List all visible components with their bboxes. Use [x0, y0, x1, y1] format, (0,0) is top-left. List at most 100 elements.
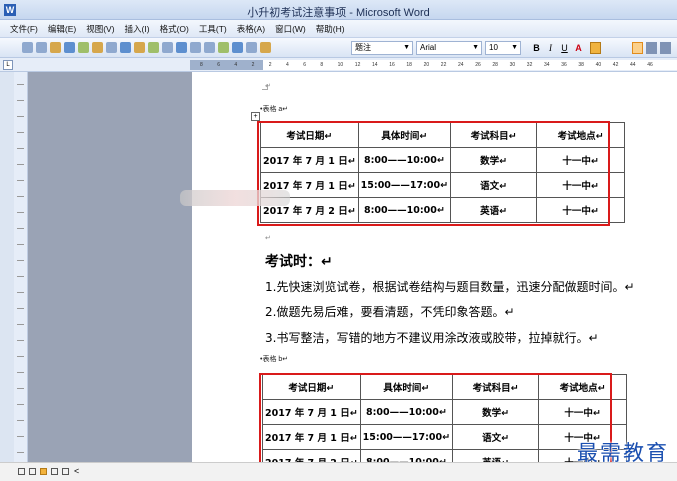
permission-icon[interactable]: [64, 42, 75, 53]
insert-table-icon[interactable]: [246, 42, 257, 53]
ruler-number: 36: [561, 62, 567, 68]
ruler-number: 14: [372, 62, 378, 68]
chevron-down-icon: ▼: [511, 44, 518, 51]
vertical-ruler-tick: [17, 308, 24, 309]
ruler-number: 24: [458, 62, 464, 68]
print-preview-icon[interactable]: [92, 42, 103, 53]
table-move-handle-icon[interactable]: +: [251, 112, 260, 121]
italic-button[interactable]: I: [545, 42, 556, 54]
align-right-icon[interactable]: [660, 42, 671, 54]
tip-line-2: 2.做题先易后难，要看清题，不凭印象答题。↵: [265, 305, 515, 319]
undo-icon[interactable]: [190, 42, 201, 53]
ruler-number: 16: [389, 62, 395, 68]
table-a-highlight-box: [257, 121, 610, 226]
web-layout-view-icon[interactable]: [29, 468, 36, 475]
menu-edit[interactable]: 编辑(E): [48, 23, 76, 35]
table-b-caption: •表格 b↵: [260, 356, 289, 363]
paragraph-mark: ↵: [265, 235, 271, 242]
vertical-ruler-tick: [17, 340, 24, 341]
menu-table[interactable]: 表格(A): [237, 23, 265, 35]
vertical-ruler-tick: [17, 292, 24, 293]
highlight-icon[interactable]: [590, 42, 601, 54]
vertical-ruler-tick: [17, 100, 24, 101]
menu-help[interactable]: 帮助(H): [316, 23, 345, 35]
research-icon[interactable]: [120, 42, 131, 53]
vertical-ruler-tick: [17, 244, 24, 245]
title-bar: W 小升初考试注意事项 - Microsoft Word: [0, 0, 677, 20]
horizontal-ruler[interactable]: L 8 6 4 2 2 4 6 8 10 12 14 16 18 20 22 24 26 28 30 32 34 36 38…: [0, 58, 677, 72]
align-center-icon[interactable]: [646, 42, 657, 54]
chevron-down-icon: ▼: [472, 44, 479, 51]
menu-format[interactable]: 格式(O): [160, 23, 189, 35]
vertical-ruler-tick: [17, 260, 24, 261]
underline-button[interactable]: U: [559, 42, 570, 54]
menu-view[interactable]: 视图(V): [86, 23, 114, 35]
table-a-caption: •表格 a↵: [260, 106, 289, 113]
formatting-toolbar: 题注 ▼ Arial ▼ 10 ▼ B I U A: [0, 38, 677, 58]
watermark-logo: 最需教育: [577, 441, 669, 465]
left-edge: [0, 72, 14, 462]
vertical-ruler-tick: [17, 132, 24, 133]
reading-layout-view-icon[interactable]: [62, 468, 69, 475]
scroll-left-icon[interactable]: <: [74, 466, 79, 476]
bold-button[interactable]: B: [531, 42, 542, 54]
menu-bar: 文件(F) 编辑(E) 视图(V) 插入(I) 格式(O) 工具(T) 表格(A…: [0, 20, 677, 38]
columns-icon[interactable]: [260, 42, 271, 53]
vertical-ruler-tick: [17, 372, 24, 373]
cut-icon[interactable]: [134, 42, 145, 53]
ruler-number: 46: [647, 62, 653, 68]
vertical-ruler-tick: [17, 324, 24, 325]
save-icon[interactable]: [50, 42, 61, 53]
menu-tools[interactable]: 工具(T): [199, 23, 227, 35]
blurred-artifact: [180, 190, 290, 206]
ruler-number: 38: [578, 62, 584, 68]
menu-file[interactable]: 文件(F): [10, 23, 38, 35]
ruler-number: 42: [612, 62, 619, 68]
ruler-number: 2: [268, 62, 272, 68]
ruler-number: 12: [354, 62, 361, 68]
vertical-ruler-tick: [17, 212, 24, 213]
ruler-number: 6: [217, 62, 220, 68]
paragraph-mark: ↵: [265, 83, 271, 90]
print-layout-view-icon[interactable]: [40, 468, 47, 475]
table-b-highlight-box: [259, 373, 612, 473]
standard-toolbar-icons: [22, 42, 274, 54]
vertical-ruler-tick: [17, 84, 24, 85]
outline-view-icon[interactable]: [51, 468, 58, 475]
font-size-dropdown[interactable]: 10 ▼: [485, 41, 521, 55]
tab-selector[interactable]: L: [3, 60, 13, 70]
ruler-number: 20: [423, 62, 430, 68]
redo-icon[interactable]: [204, 42, 215, 53]
ruler-number: 32: [526, 62, 533, 68]
tip-line-1: 1.先快速浏览试卷，根据试卷结构与题目数量，迅速分配做题时间。↵: [265, 280, 635, 294]
ruler-number: 34: [544, 62, 550, 68]
align-left-icon[interactable]: [632, 42, 643, 54]
spelling-icon[interactable]: [106, 42, 117, 53]
vertical-ruler[interactable]: [14, 72, 28, 462]
document-page[interactable]: ↵ •表格 a↵ + 考试日期↵ 具体时间↵ 考试科目↵ 考试地点↵ 2017 …: [192, 72, 677, 475]
open-icon[interactable]: [36, 42, 47, 53]
vertical-ruler-tick: [17, 164, 24, 165]
font-color-button[interactable]: A: [573, 42, 584, 54]
vertical-ruler-tick: [17, 436, 24, 437]
print-icon[interactable]: [78, 42, 89, 53]
ruler-numbers: 8 6 4 2 2 4 6 8 10 12 14 16 18 20 22 24 26 28 30 32 34 36 38 40…: [190, 60, 677, 70]
ruler-number: 28: [492, 62, 498, 68]
hyperlink-icon[interactable]: [218, 42, 229, 53]
format-painter-icon[interactable]: [176, 42, 187, 53]
normal-view-icon[interactable]: [18, 468, 25, 475]
tables-borders-icon[interactable]: [232, 42, 243, 53]
style-dropdown[interactable]: 题注 ▼: [351, 41, 413, 55]
ruler-number: 30: [509, 62, 516, 68]
copy-icon[interactable]: [148, 42, 159, 53]
status-bar: <: [0, 462, 677, 481]
ruler-number: 4: [286, 62, 289, 68]
new-document-icon[interactable]: [22, 42, 33, 53]
menu-insert[interactable]: 插入(I): [125, 23, 150, 35]
vertical-ruler-tick: [17, 420, 24, 421]
paste-icon[interactable]: [162, 42, 173, 53]
menu-window[interactable]: 窗口(W): [275, 23, 306, 35]
style-value: 题注: [355, 43, 371, 52]
font-dropdown[interactable]: Arial ▼: [416, 41, 482, 55]
section-heading: 考试时：↵: [265, 254, 333, 270]
